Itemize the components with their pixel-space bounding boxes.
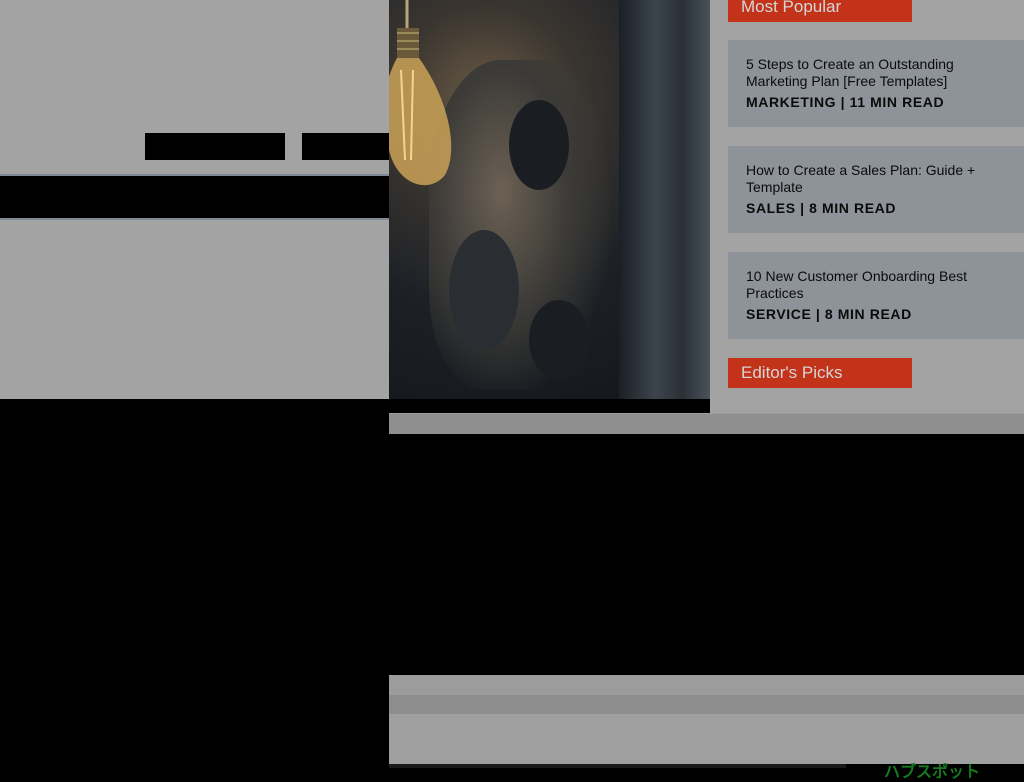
content-stripe: [389, 695, 1024, 714]
article-meta: SALES | 8 MIN READ: [746, 200, 897, 216]
content-stripe: [389, 675, 1024, 695]
content-block: [389, 434, 1024, 675]
header-button-primary[interactable]: [145, 133, 285, 160]
hero-person-shape: [509, 100, 569, 190]
hero-person-shape: [449, 230, 519, 350]
navigation-bar[interactable]: [0, 174, 389, 220]
section-divider: [389, 413, 1024, 434]
editors-picks-tag: Editor's Picks: [728, 358, 912, 388]
content-stripe: [389, 714, 1024, 764]
hero-person-shape: [529, 300, 589, 380]
article-card[interactable]: 10 New Customer Onboarding Best Practice…: [728, 252, 1024, 339]
article-meta: MARKETING | 11 MIN READ: [746, 94, 945, 110]
footer-logo[interactable]: ハブスポット: [884, 758, 980, 782]
article-card[interactable]: 5 Steps to Create an Outstanding Marketi…: [728, 40, 1024, 127]
lightbulb-icon: [389, 0, 452, 186]
header-button-secondary[interactable]: [302, 133, 389, 160]
hero-wall-shape: [619, 0, 710, 399]
article-meta: SERVICE | 8 MIN READ: [746, 306, 912, 322]
article-title[interactable]: 5 Steps to Create an Outstanding Marketi…: [746, 56, 1006, 90]
bottom-bar: [389, 764, 846, 768]
featured-article-image[interactable]: [389, 0, 710, 399]
article-title[interactable]: How to Create a Sales Plan: Guide + Temp…: [746, 162, 1006, 196]
most-popular-tag: Most Popular: [728, 0, 912, 22]
article-title[interactable]: 10 New Customer Onboarding Best Practice…: [746, 268, 1006, 302]
article-card[interactable]: How to Create a Sales Plan: Guide + Temp…: [728, 146, 1024, 233]
